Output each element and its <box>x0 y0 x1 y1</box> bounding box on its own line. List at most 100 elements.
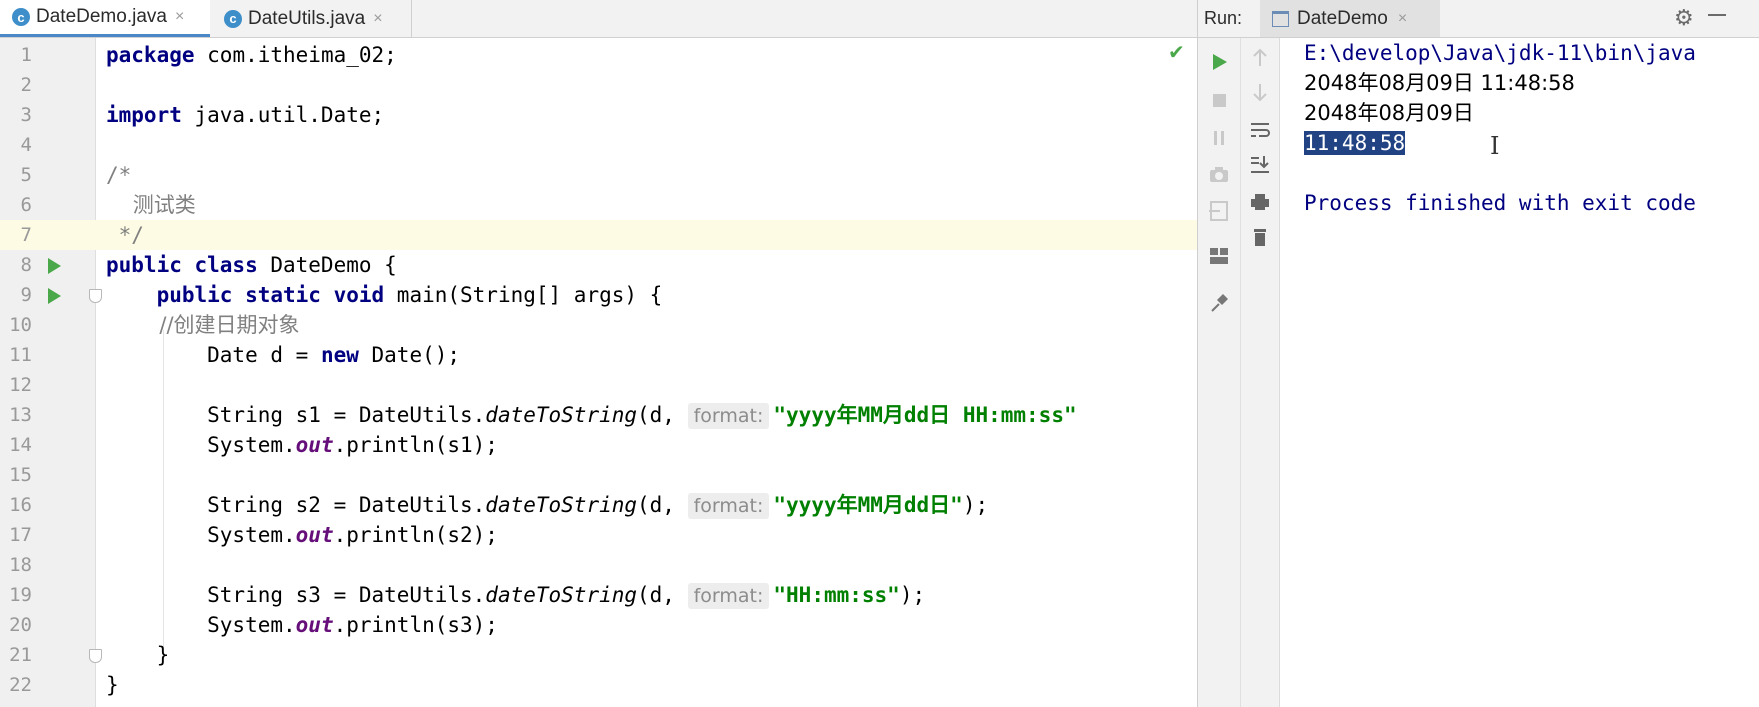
line-number: 7 <box>20 224 32 246</box>
line-number: 11 <box>9 344 32 366</box>
code-line: 6 测试类 <box>0 190 1200 220</box>
line-number: 21 <box>9 644 32 666</box>
code-line: 11 Date d = new Date(); <box>0 340 1200 370</box>
code-line: 15 <box>0 460 1200 490</box>
code-line: 1 package com.itheima_02; <box>0 40 1200 70</box>
close-icon[interactable]: × <box>373 10 382 28</box>
line-number: 3 <box>20 104 32 126</box>
run-label: Run: <box>1204 8 1243 28</box>
soft-wrap-icon[interactable] <box>1245 120 1275 145</box>
print-icon[interactable] <box>1245 192 1275 217</box>
tab-dateutils-java[interactable]: c DateUtils.java × <box>212 0 412 37</box>
code-line: 5 /* <box>0 160 1200 190</box>
static-field: out <box>295 433 334 457</box>
code-line: 8 public class DateDemo { <box>0 250 1200 280</box>
line-number: 6 <box>20 194 32 216</box>
code-editor[interactable]: c DateDemo.java × c DateUtils.java × ✔ 1… <box>0 0 1200 707</box>
layout-icon[interactable] <box>1204 246 1234 271</box>
console-line-java-path: E:\develop\Java\jdk-11\bin\java <box>1304 41 1696 65</box>
scroll-to-end-icon[interactable] <box>1245 154 1275 181</box>
java-class-icon: c <box>12 8 30 26</box>
run-tool-window: Run: DateDemo × ⚙ E:\develop\Java\jdk-11… <box>1197 0 1759 707</box>
minimize-icon[interactable] <box>1708 14 1726 16</box>
code-line: 19 String s3 = DateUtils.dateToString(d,… <box>0 580 1200 610</box>
console-output[interactable]: E:\develop\Java\jdk-11\bin\java 2048年08月… <box>1304 38 1696 218</box>
pause-icon[interactable] <box>1204 128 1234 153</box>
run-header: Run: DateDemo × ⚙ <box>1198 0 1759 38</box>
code-line: 14 System.out.println(s1); <box>0 430 1200 460</box>
code-line: 13 String s1 = DateUtils.dateToString(d,… <box>0 400 1200 430</box>
parameter-hint: format: <box>687 493 770 519</box>
line-number: 12 <box>9 374 32 396</box>
line-number: 22 <box>9 674 32 696</box>
static-field: out <box>295 613 334 637</box>
parameter-hint: format: <box>687 403 770 429</box>
arrow-up-icon[interactable] <box>1245 46 1275 73</box>
code-line: 22 } <box>0 670 1200 700</box>
close-icon[interactable]: × <box>1398 10 1407 28</box>
comment: /* <box>106 163 132 187</box>
line-number: 4 <box>20 134 32 156</box>
parameter-hint: format: <box>687 583 770 609</box>
line-number: 13 <box>9 404 32 426</box>
static-field: out <box>295 523 334 547</box>
keyword: public static void <box>156 283 385 307</box>
run-tab-datedemo[interactable]: DateDemo × <box>1260 0 1440 37</box>
arrow-down-icon[interactable] <box>1245 82 1275 109</box>
java-class-icon: c <box>224 9 242 28</box>
string-literal: "yyyy年MM月dd日" <box>773 493 963 517</box>
run-main-icon[interactable] <box>48 288 61 304</box>
line-number: 14 <box>9 434 32 456</box>
fold-icon[interactable] <box>89 649 102 663</box>
run-toolbar-primary <box>1198 38 1241 707</box>
code-line: 17 System.out.println(s2); <box>0 520 1200 550</box>
selected-text[interactable]: 11:48:58 <box>1304 131 1406 155</box>
camera-icon[interactable] <box>1204 164 1234 189</box>
run-toolbar-secondary <box>1241 38 1280 707</box>
line-number: 15 <box>9 464 32 486</box>
fold-icon[interactable] <box>89 289 102 303</box>
close-icon[interactable]: × <box>175 8 184 26</box>
keyword: public class <box>106 253 258 277</box>
trash-icon[interactable] <box>1245 226 1275 253</box>
text-cursor-icon: I <box>1490 132 1500 160</box>
line-number: 5 <box>20 164 32 186</box>
tab-label: DateUtils.java <box>248 7 366 29</box>
run-tab-label: DateDemo <box>1297 7 1388 29</box>
method-call: dateToString <box>485 583 638 607</box>
code-line: 3 import java.util.Date; <box>0 100 1200 130</box>
line-number: 17 <box>9 524 32 546</box>
comment: */ <box>106 223 144 247</box>
method-call: dateToString <box>485 493 638 517</box>
code-line: 20 System.out.println(s3); <box>0 610 1200 640</box>
run-class-icon[interactable] <box>48 258 61 274</box>
stop-icon[interactable] <box>1204 90 1234 115</box>
comment: 测试类 <box>106 193 196 217</box>
tab-datedemo-java[interactable]: c DateDemo.java × <box>0 0 210 37</box>
rerun-icon[interactable] <box>1204 52 1234 77</box>
code-line: 2 <box>0 70 1200 100</box>
string-literal: "yyyy年MM月dd日 HH:mm:ss" <box>773 403 1077 427</box>
run-config-icon <box>1272 10 1289 27</box>
line-number: 20 <box>9 614 32 636</box>
code-line: 4 <box>0 130 1200 160</box>
console-line: 2048年08月09日 <box>1304 101 1474 125</box>
line-number: 2 <box>20 74 32 96</box>
keyword: new <box>320 343 359 367</box>
console-line-finished: Process finished with exit code <box>1304 191 1696 215</box>
pin-icon[interactable] <box>1204 292 1234 319</box>
line-number: 9 <box>20 284 32 306</box>
console-line: 2048年08月09日 11:48:58 <box>1304 71 1575 95</box>
line-number: 10 <box>9 314 32 336</box>
keyword: import <box>106 103 182 127</box>
code-line: 12 <box>0 370 1200 400</box>
code-line: 18 <box>0 550 1200 580</box>
line-number: 19 <box>9 584 32 606</box>
editor-tab-bar: c DateDemo.java × c DateUtils.java × <box>0 0 1200 38</box>
gear-icon[interactable]: ⚙ <box>1674 6 1694 31</box>
comment: //创建日期对象 <box>106 313 300 337</box>
code-lines[interactable]: 1 package com.itheima_02; 2 3 import jav… <box>0 40 1200 700</box>
restore-layout-icon[interactable] <box>1204 200 1234 227</box>
keyword: package <box>106 43 195 67</box>
